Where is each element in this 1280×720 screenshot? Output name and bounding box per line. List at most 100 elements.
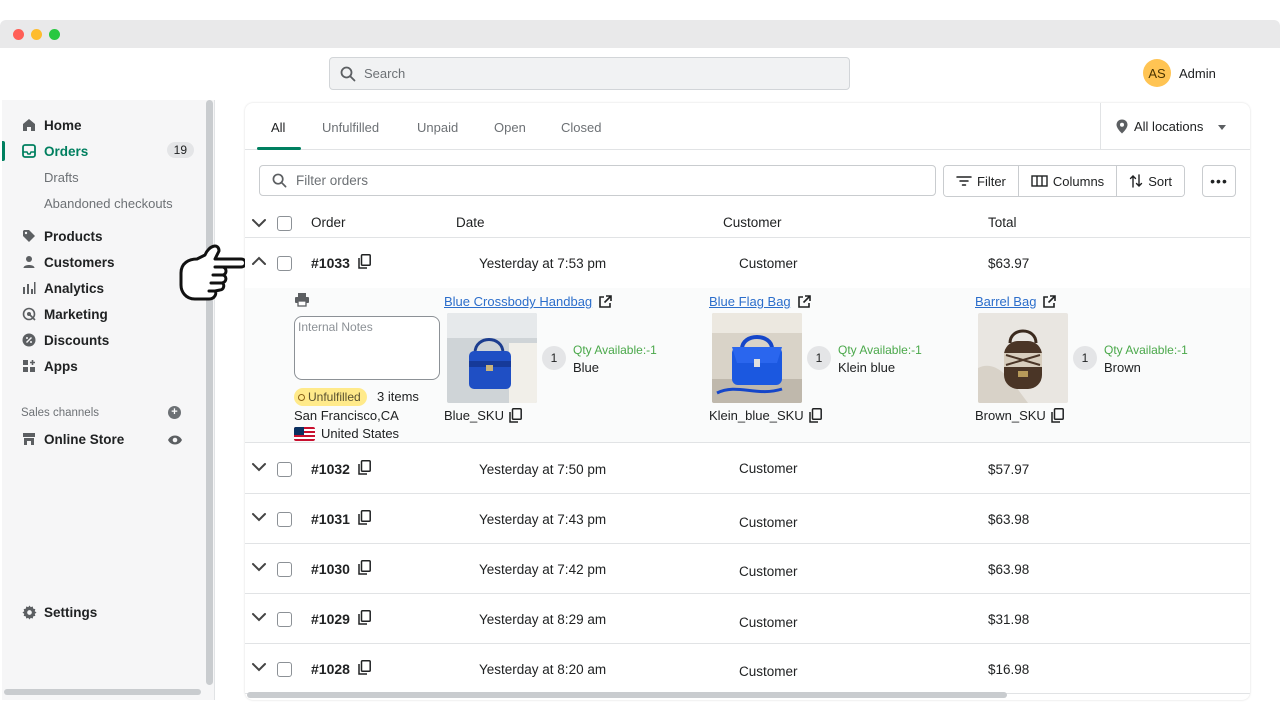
sidebar-item-products[interactable]: Products xyxy=(2,224,202,248)
order-id[interactable]: #1031 xyxy=(311,511,350,527)
order-id[interactable]: #1028 xyxy=(311,661,350,677)
product-name[interactable]: Blue Crossbody Handbag xyxy=(444,294,592,309)
filter-placeholder: Filter orders xyxy=(296,173,369,188)
tab-all[interactable]: All xyxy=(271,120,285,135)
product-image xyxy=(978,313,1068,403)
eye-icon[interactable] xyxy=(167,433,183,447)
chevron-down-icon[interactable] xyxy=(251,611,267,623)
sidebar-item-orders[interactable]: Orders 19 xyxy=(2,139,202,163)
chevron-down-icon[interactable] xyxy=(251,561,267,573)
row-checkbox[interactable] xyxy=(277,662,292,677)
column-customer[interactable]: Customer xyxy=(723,215,782,230)
product-name[interactable]: Blue Flag Bag xyxy=(709,294,791,309)
country-label: United States xyxy=(321,426,400,441)
order-details: Internal Notes Unfulfilled 3 items San F… xyxy=(245,288,1250,443)
gear-icon xyxy=(21,604,37,620)
row-checkbox[interactable] xyxy=(277,512,292,527)
table-row[interactable]: #1029 Yesterday at 8:29 am Customer $31.… xyxy=(245,594,1250,644)
add-sales-channel-button[interactable]: + xyxy=(168,406,181,419)
sidebar-item-abandoned-checkouts[interactable]: Abandoned checkouts xyxy=(44,196,173,211)
sidebar-horizontal-scrollbar[interactable] xyxy=(4,689,201,695)
copy-icon[interactable] xyxy=(358,560,371,575)
order-id[interactable]: #1033 xyxy=(311,255,350,271)
columns-button[interactable]: Columns xyxy=(1018,166,1118,196)
sidebar-item-marketing[interactable]: Marketing xyxy=(2,302,202,326)
column-date[interactable]: Date xyxy=(456,215,485,230)
table-row[interactable]: #1030 Yesterday at 7:42 pm Customer $63.… xyxy=(245,544,1250,594)
zoom-window-button[interactable] xyxy=(49,29,60,40)
line-item: Blue Crossbody Handbag 1 Qty Available:-… xyxy=(444,288,704,443)
table-row-expanded[interactable]: #1033 Yesterday at 7:53 pm Customer $63.… xyxy=(245,238,1250,288)
search-placeholder: Search xyxy=(364,66,406,81)
product-link[interactable]: Blue Flag Bag xyxy=(709,294,811,309)
external-link-icon[interactable] xyxy=(598,294,612,309)
order-id[interactable]: #1029 xyxy=(311,611,350,627)
table-row[interactable]: #1032 Yesterday at 7:50 pm Customer $57.… xyxy=(245,444,1250,494)
chevron-up-icon[interactable] xyxy=(251,255,267,267)
table-horizontal-scrollbar[interactable] xyxy=(247,692,1007,698)
sort-icon xyxy=(1129,174,1143,188)
sort-button[interactable]: Sort xyxy=(1117,166,1185,196)
column-order[interactable]: Order xyxy=(311,215,346,230)
sidebar-item-discounts[interactable]: Discounts xyxy=(2,328,202,352)
chevron-down-icon[interactable] xyxy=(251,217,267,229)
row-checkbox[interactable] xyxy=(277,562,292,577)
product-link[interactable]: Barrel Bag xyxy=(975,294,1057,309)
order-id[interactable]: #1030 xyxy=(311,561,350,577)
external-link-icon[interactable] xyxy=(1042,294,1057,309)
order-customer: Customer xyxy=(739,256,798,271)
copy-icon[interactable] xyxy=(808,408,822,423)
filter-orders-input[interactable]: Filter orders xyxy=(259,165,936,196)
close-window-button[interactable] xyxy=(13,29,24,40)
sidebar: Home Orders 19 Drafts Abandoned checkout… xyxy=(2,100,215,700)
order-id[interactable]: #1032 xyxy=(311,461,350,477)
orders-icon xyxy=(22,144,36,158)
status-label: Unfulfilled xyxy=(308,390,361,404)
copy-icon[interactable] xyxy=(358,510,371,525)
row-checkbox[interactable] xyxy=(277,256,292,271)
sidebar-item-apps[interactable]: Apps xyxy=(2,354,202,378)
sidebar-item-analytics[interactable]: Analytics xyxy=(2,276,202,300)
table-row[interactable]: #1031 Yesterday at 7:43 pm Customer $63.… xyxy=(245,494,1250,544)
chevron-down-icon[interactable] xyxy=(251,661,267,673)
row-checkbox[interactable] xyxy=(277,612,292,627)
minimize-window-button[interactable] xyxy=(31,29,42,40)
sidebar-item-drafts[interactable]: Drafts xyxy=(44,170,79,185)
sidebar-item-home[interactable]: Home xyxy=(2,113,202,137)
internal-notes-textarea[interactable]: Internal Notes xyxy=(294,316,440,380)
external-link-icon[interactable] xyxy=(797,294,811,309)
chevron-down-icon[interactable] xyxy=(251,511,267,523)
row-checkbox[interactable] xyxy=(277,462,292,477)
sidebar-item-customers[interactable]: Customers xyxy=(2,250,202,274)
location-selector[interactable]: All locations xyxy=(1100,103,1250,150)
tab-open[interactable]: Open xyxy=(494,120,526,135)
product-name[interactable]: Barrel Bag xyxy=(975,294,1036,309)
filter-button[interactable]: Filter xyxy=(944,166,1019,196)
column-total[interactable]: Total xyxy=(988,215,1017,230)
product-link[interactable]: Blue Crossbody Handbag xyxy=(444,294,612,309)
caret-down-icon xyxy=(1218,124,1227,130)
select-all-checkbox[interactable] xyxy=(277,216,292,231)
tab-closed[interactable]: Closed xyxy=(561,120,601,135)
tab-unfulfilled[interactable]: Unfulfilled xyxy=(322,120,379,135)
order-date: Yesterday at 7:50 pm xyxy=(479,462,607,477)
tab-unpaid[interactable]: Unpaid xyxy=(417,120,458,135)
sidebar-scrollbar[interactable] xyxy=(206,100,213,685)
line-item: Barrel Bag 1 Qty Available:-1 Brown Brow… xyxy=(975,288,1235,443)
chevron-down-icon[interactable] xyxy=(251,461,267,473)
sidebar-item-label: Customers xyxy=(44,254,115,270)
copy-icon[interactable] xyxy=(358,660,371,675)
search-input[interactable]: Search xyxy=(329,57,850,90)
order-date: Yesterday at 8:29 am xyxy=(479,612,607,627)
more-actions-button[interactable]: ••• xyxy=(1202,165,1236,197)
copy-icon[interactable] xyxy=(509,408,522,423)
product-image xyxy=(712,313,802,403)
copy-icon[interactable] xyxy=(358,254,371,269)
copy-icon[interactable] xyxy=(358,460,371,475)
sidebar-item-settings[interactable]: Settings xyxy=(2,600,202,624)
printer-icon[interactable] xyxy=(294,292,310,307)
table-row[interactable]: #1028 Yesterday at 8:20 am Customer $16.… xyxy=(245,644,1250,694)
copy-icon[interactable] xyxy=(358,610,371,625)
copy-icon[interactable] xyxy=(1051,408,1064,423)
user-menu[interactable]: AS Admin xyxy=(1143,59,1216,87)
